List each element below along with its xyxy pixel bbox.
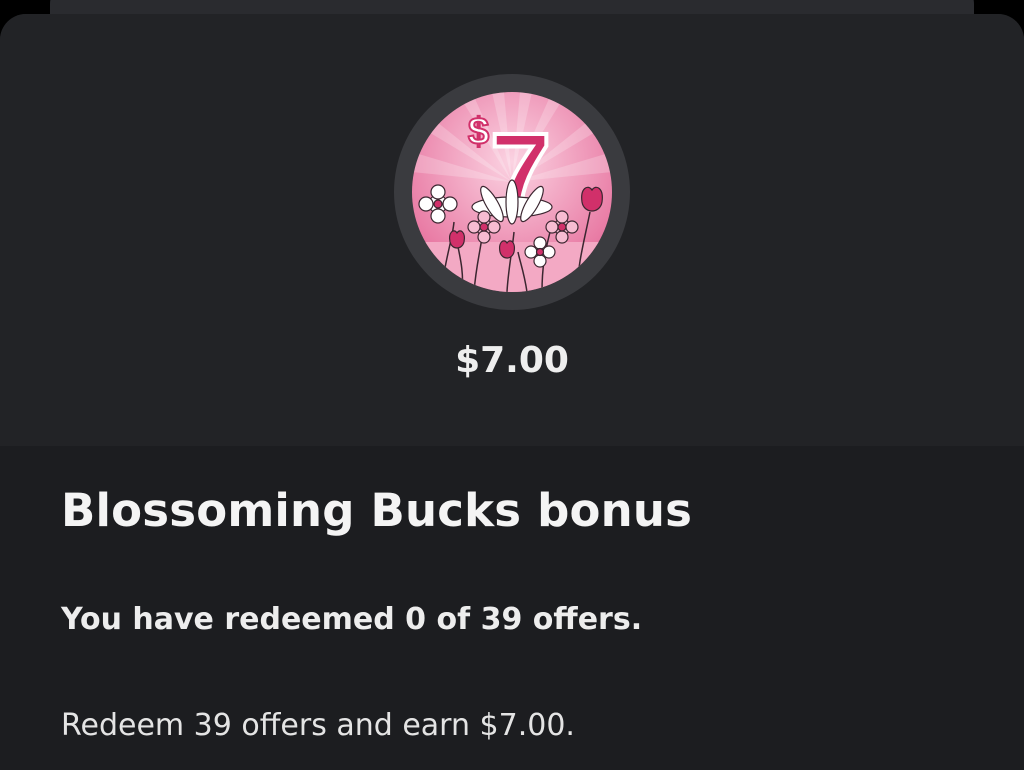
bonus-progress-text: You have redeemed 0 of 39 offers. [61,602,643,637]
bonus-badge: $ 7 [394,74,630,310]
bonus-title: Blossoming Bucks bonus [61,484,693,537]
bonus-details: Blossoming Bucks bonus You have redeemed… [0,446,1024,770]
badge-header: $ 7 $7.00 [0,14,1024,446]
bonus-description: Redeem 39 offers and earn $7.00. [61,708,575,743]
badge-currency: $ [468,111,489,153]
bonus-detail-sheet: $ 7 $7.00 Blossoming Bucks bonus You hav… [0,14,1024,770]
blossoming-bucks-badge-icon: $ 7 [412,92,612,292]
reward-amount: $7.00 [455,340,569,381]
